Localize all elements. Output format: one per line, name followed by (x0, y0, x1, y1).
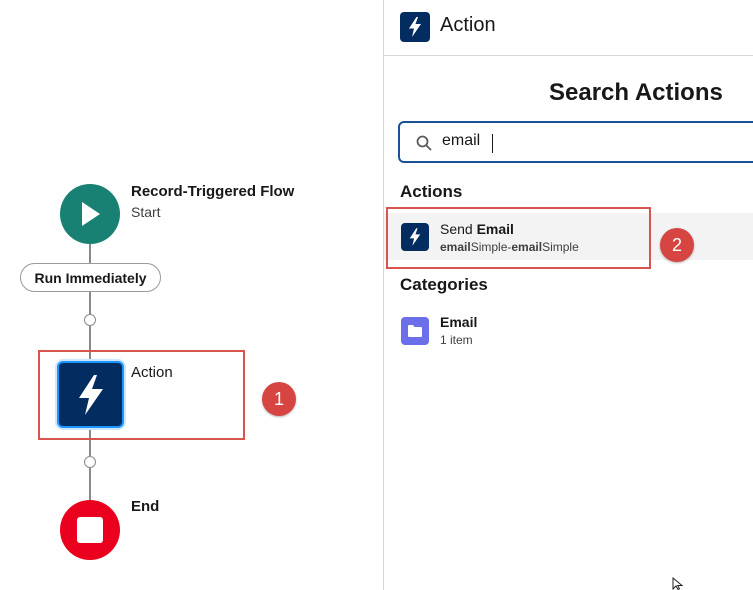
category-title: Email (440, 314, 478, 330)
search-actions-heading: Search Actions (549, 79, 723, 106)
run-immediately-path-label[interactable]: Run Immediately (20, 263, 161, 292)
add-element-node[interactable] (84, 314, 96, 326)
actions-section-heading: Actions (400, 182, 463, 201)
highlight-box-send-email (386, 207, 651, 269)
connector-line (89, 292, 91, 314)
panel-title: Action (440, 14, 496, 36)
folder-icon (401, 317, 429, 345)
search-input[interactable] (442, 132, 742, 150)
start-node-subtitle: Start (131, 204, 161, 220)
connector-line (89, 244, 91, 263)
categories-section-heading: Categories (400, 275, 488, 294)
text-caret (492, 134, 493, 153)
mouse-pointer-icon (672, 577, 684, 590)
category-item-email[interactable]: Email 1 item (384, 306, 753, 356)
category-count: 1 item (440, 333, 473, 347)
stop-icon (77, 517, 103, 543)
start-node-title: Record-Triggered Flow (131, 183, 295, 200)
start-node[interactable] (60, 184, 120, 244)
highlight-box-action-node (38, 350, 245, 440)
step-badge-1: 1 (262, 382, 296, 416)
panel-header: Action (384, 0, 753, 56)
flow-canvas[interactable]: Record-Triggered Flow Start Run Immediat… (0, 0, 383, 590)
step-badge-2: 2 (660, 228, 694, 262)
play-icon (82, 202, 100, 226)
lightning-bolt-icon (400, 12, 430, 42)
end-node[interactable] (60, 500, 120, 560)
connector-line (89, 468, 91, 500)
add-element-node[interactable] (84, 456, 96, 468)
search-icon (416, 135, 432, 151)
search-actions-field[interactable] (398, 121, 753, 163)
end-node-title: End (131, 498, 160, 515)
action-panel: Action Search Actions Actions Send Email… (383, 0, 753, 590)
